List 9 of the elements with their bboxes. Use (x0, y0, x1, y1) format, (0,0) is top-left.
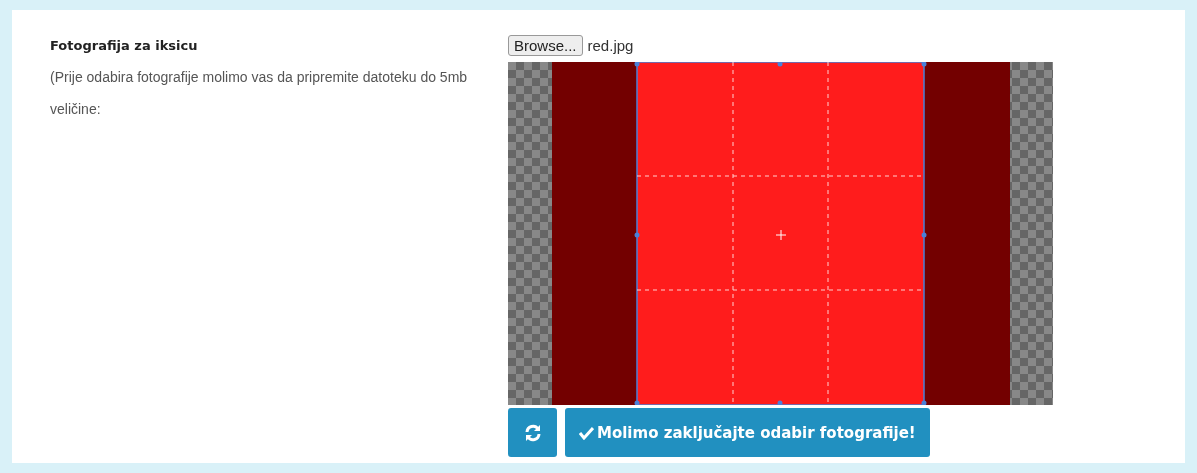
check-icon (579, 425, 594, 440)
image-cropper-drawing[interactable] (508, 62, 1053, 405)
field-description: (Prije odabira fotografije molimo vas da pripremite datoteku do 5mb veličine: (50, 68, 469, 119)
confirm-crop-button[interactable]: Molimo zaključajte odabir fotografije! (565, 408, 930, 457)
file-name: red.jpg (587, 36, 634, 54)
refresh-button[interactable] (508, 408, 557, 457)
browse-button[interactable]: Browse... (508, 34, 583, 56)
field-title: Fotografija za iksicu (50, 38, 199, 53)
refresh-icon (523, 423, 542, 442)
